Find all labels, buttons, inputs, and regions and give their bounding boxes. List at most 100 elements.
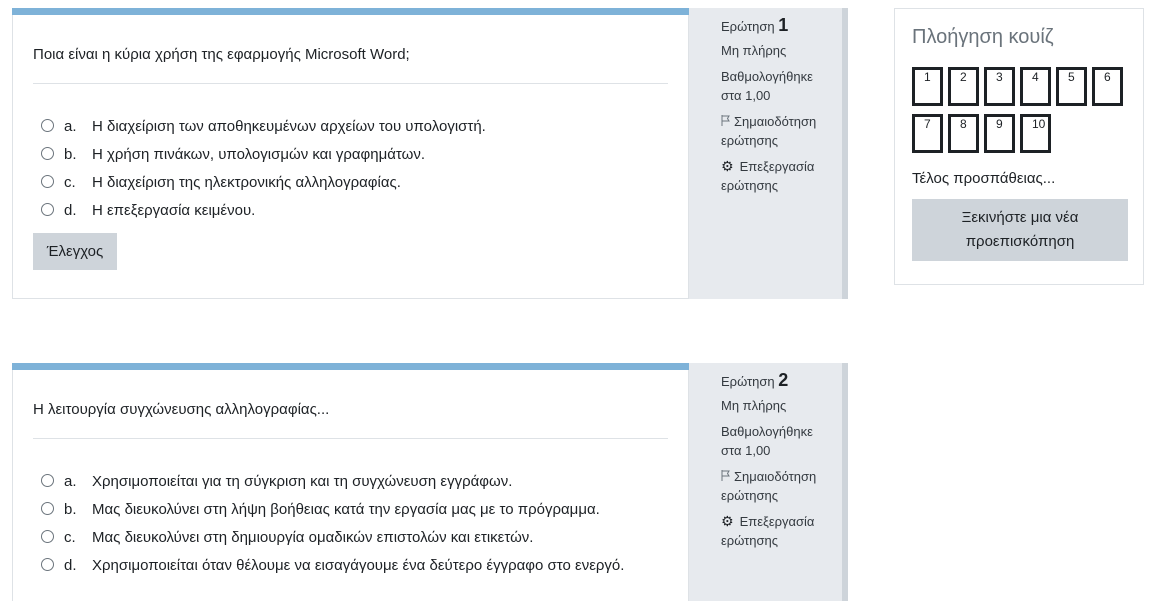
nav-number: 6 (1104, 70, 1111, 84)
answer-text[interactable]: Μας διευκολύνει στη δημιουργία ομαδικών … (92, 526, 671, 550)
question-grade: Βαθμολογήθηκε στα 1,00 (721, 67, 833, 105)
answer-letter: b. (64, 501, 77, 518)
edit-label-2[interactable]: ερώτησης (721, 533, 778, 548)
question-info-panel: Ερώτηση 1 Μη πλήρης Βαθμολογήθηκε στα 1,… (689, 8, 848, 299)
question-info-panel: Ερώτηση 2 Μη πλήρης Βαθμολογήθηκε στα 1,… (689, 363, 848, 601)
grade-line-2: στα 1,00 (721, 443, 771, 458)
answer-letter: d. (64, 557, 77, 574)
flag-label[interactable]: Σημαιοδότηση (734, 114, 816, 129)
radio-button[interactable] (41, 203, 54, 216)
quiz-navigation-buttons: 1 2 3 4 5 6 7 8 9 10 (912, 67, 1132, 161)
nav-question-8[interactable]: 8 (948, 114, 979, 153)
edit-label-2[interactable]: ερώτησης (721, 178, 778, 193)
nav-question-1[interactable]: 1 (912, 67, 943, 106)
question-status: Μη πλήρης (721, 398, 787, 413)
edit-label[interactable]: Επεξεργασία (740, 159, 815, 174)
edit-question-link[interactable]: ⚙ Επεξεργασία ερώτησης (721, 512, 833, 550)
radio-button[interactable] (41, 502, 54, 515)
answer-text[interactable]: Χρησιμοποιείται όταν θέλουμε να εισαγάγο… (92, 554, 671, 578)
answer-option-b[interactable]: b. Η χρήση πινάκων, υπολογισμών και γραφ… (41, 143, 671, 171)
question-2: Η λειτουργία συγχώνευσης αλληλογραφίας..… (12, 363, 848, 601)
answer-letter: c. (64, 529, 76, 546)
answer-list: a. Χρησιμοποιείται για τη σύγκριση και τ… (41, 470, 671, 601)
flag-question-link[interactable]: Σημαιοδότηση ερώτησης (721, 467, 833, 505)
nav-question-6[interactable]: 6 (1092, 67, 1123, 106)
answer-letter: d. (64, 202, 77, 219)
answer-text[interactable]: Η διαχείριση των αποθηκευμένων αρχείων τ… (92, 115, 671, 139)
answer-list: a. Η διαχείριση των αποθηκευμένων αρχείω… (41, 115, 671, 227)
nav-question-10[interactable]: 10 (1020, 114, 1051, 153)
question-text: Ποια είναι η κύρια χρήση της εφαρμογής M… (33, 46, 410, 63)
flag-label[interactable]: Σημαιοδότηση (734, 469, 816, 484)
flag-question-link[interactable]: Σημαιοδότηση ερώτησης (721, 112, 833, 150)
nav-number: 3 (996, 70, 1003, 84)
nav-number: 2 (960, 70, 967, 84)
nav-number: 10 (1032, 117, 1046, 131)
grade-line-1: Βαθμολογήθηκε (721, 424, 813, 439)
flag-label-2[interactable]: ερώτησης (721, 133, 778, 148)
grade-line-1: Βαθμολογήθηκε (721, 69, 813, 84)
answer-option-a[interactable]: a. Η διαχείριση των αποθηκευμένων αρχείω… (41, 115, 671, 143)
radio-button[interactable] (41, 530, 54, 543)
question-number-value: 2 (778, 370, 789, 390)
nav-question-7[interactable]: 7 (912, 114, 943, 153)
radio-button[interactable] (41, 474, 54, 487)
flag-icon (721, 112, 731, 131)
answer-text[interactable]: Η χρήση πινάκων, υπολογισμών και γραφημά… (92, 143, 671, 167)
start-new-preview-button[interactable]: Ξεκινήστε μια νέα προεπισκόπηση (912, 199, 1128, 261)
answer-text[interactable]: Μας διευκολύνει στη λήψη βοήθειας κατά τ… (92, 498, 671, 522)
answer-option-b[interactable]: b. Μας διευκολύνει στη λήψη βοήθειας κατ… (41, 498, 671, 526)
nav-number: 1 (924, 70, 931, 84)
question-content: Ποια είναι η κύρια χρήση της εφαρμογής M… (12, 8, 689, 299)
question-number: Ερώτηση 1 (721, 16, 833, 36)
nav-question-2[interactable]: 2 (948, 67, 979, 106)
answer-text[interactable]: Η διαχείριση της ηλεκτρονικής αλληλογραφ… (92, 171, 671, 195)
question-status: Μη πλήρης (721, 43, 787, 58)
quiz-navigation-title: Πλοήγηση κουίζ (912, 26, 1054, 48)
answer-text[interactable]: Χρησιμοποιείται για τη σύγκριση και τη σ… (92, 470, 671, 494)
question-content: Η λειτουργία συγχώνευσης αλληλογραφίας..… (12, 363, 689, 601)
question-label: Ερώτηση (721, 19, 775, 34)
radio-button[interactable] (41, 175, 54, 188)
answer-option-c[interactable]: c. Η διαχείριση της ηλεκτρονικής αλληλογ… (41, 171, 671, 199)
answer-option-d[interactable]: d. Η επεξεργασία κειμένου. (41, 199, 671, 227)
question-number: Ερώτηση 2 (721, 371, 833, 391)
nav-number: 7 (924, 117, 931, 131)
nav-number: 8 (960, 117, 967, 131)
answer-option-d[interactable]: d. Χρησιμοποιείται όταν θέλουμε να εισαγ… (41, 554, 671, 601)
radio-button[interactable] (41, 119, 54, 132)
radio-button[interactable] (41, 558, 54, 571)
answer-option-a[interactable]: a. Χρησιμοποιείται για τη σύγκριση και τ… (41, 470, 671, 498)
question-number-value: 1 (778, 15, 789, 35)
edit-question-link[interactable]: ⚙ Επεξεργασία ερώτησης (721, 157, 833, 195)
edit-label[interactable]: Επεξεργασία (740, 514, 815, 529)
answer-text[interactable]: Η επεξεργασία κειμένου. (92, 199, 671, 223)
question-grade: Βαθμολογήθηκε στα 1,00 (721, 422, 833, 460)
nav-question-5[interactable]: 5 (1056, 67, 1087, 106)
quiz-navigation-block: Πλοήγηση κουίζ 1 2 3 4 5 6 7 8 9 10 Τέλο… (894, 8, 1144, 285)
grade-line-2: στα 1,00 (721, 88, 771, 103)
radio-button[interactable] (41, 147, 54, 160)
question-label: Ερώτηση (721, 374, 775, 389)
nav-number: 9 (996, 117, 1003, 131)
gear-icon: ⚙ (721, 513, 734, 529)
nav-question-9[interactable]: 9 (984, 114, 1015, 153)
answer-letter: a. (64, 473, 77, 490)
answer-letter: a. (64, 118, 77, 135)
question-text: Η λειτουργία συγχώνευσης αλληλογραφίας..… (33, 401, 330, 418)
nav-number: 4 (1032, 70, 1039, 84)
gear-icon: ⚙ (721, 158, 734, 174)
answer-option-c[interactable]: c. Μας διευκολύνει στη δημιουργία ομαδικ… (41, 526, 671, 554)
flag-icon (721, 467, 731, 486)
answer-letter: b. (64, 146, 77, 163)
divider (33, 438, 668, 439)
answer-letter: c. (64, 174, 76, 191)
question-1: Ποια είναι η κύρια χρήση της εφαρμογής M… (12, 8, 848, 299)
check-button[interactable]: Έλεγχος (33, 233, 117, 270)
nav-question-4[interactable]: 4 (1020, 67, 1051, 106)
divider (33, 83, 668, 84)
finish-attempt-link[interactable]: Τέλος προσπάθειας... (912, 170, 1055, 187)
nav-number: 5 (1068, 70, 1075, 84)
nav-question-3[interactable]: 3 (984, 67, 1015, 106)
flag-label-2[interactable]: ερώτησης (721, 488, 778, 503)
